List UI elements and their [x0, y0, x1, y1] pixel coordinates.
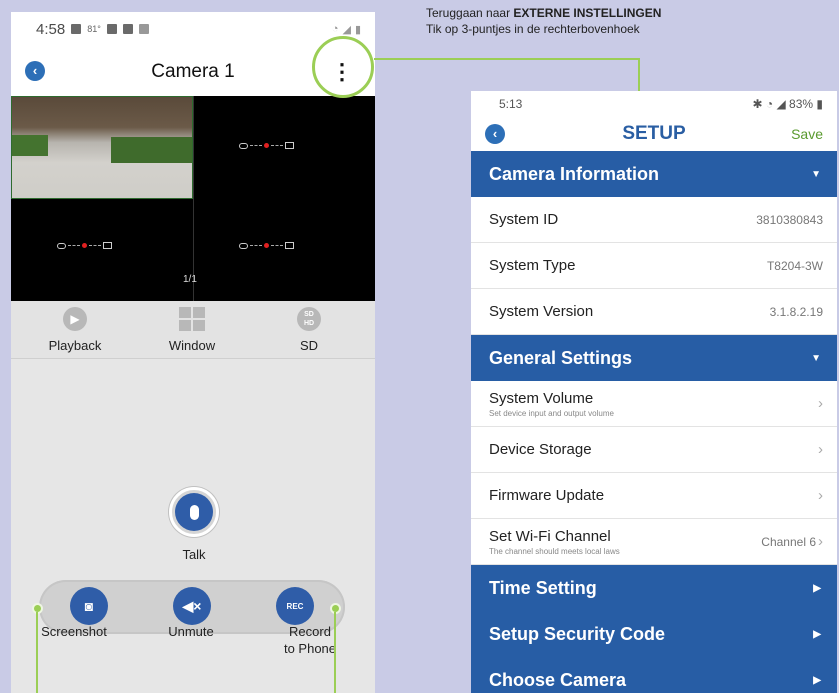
setup-screen: 5:13 ✱ ◔ ◢ 83% ▮ ‹ SETUP Save Camera Inf…: [471, 91, 837, 693]
chevron-right-icon: ›: [818, 532, 823, 550]
save-button[interactable]: Save: [791, 126, 823, 142]
sd-hd-icon: SD HD: [297, 307, 321, 331]
section-security-code[interactable]: Setup Security Code ▶: [471, 611, 837, 657]
chevron-right-icon: ▶: [813, 582, 821, 594]
app-notification-icon: [122, 24, 133, 34]
camera-icon: [57, 242, 66, 249]
screenshot-button[interactable]: ◙: [39, 582, 139, 625]
talk-label: Talk: [182, 547, 206, 562]
sd-label: SD: [299, 338, 319, 353]
camera-icon: [239, 242, 248, 249]
status-bar: 4:58 81° ◔ ◢ ▮: [11, 12, 375, 46]
camera-live-screen: 4:58 81° ◔ ◢ ▮ ‹ Camera 1 ⋮ 1/1 ▶ Playba…: [11, 12, 375, 693]
status-temperature: 81°: [87, 24, 101, 34]
status-time: 4:58: [36, 20, 66, 38]
playback-button[interactable]: ▶ Playback: [35, 306, 115, 353]
camera-feed-3-offline[interactable]: [57, 242, 112, 249]
note-prefix: Teruggaan naar: [426, 6, 514, 20]
camera-icon: [239, 142, 248, 149]
disconnected-dot-icon: [264, 243, 269, 248]
setup-title: SETUP: [622, 123, 686, 144]
chevron-right-icon: ›: [818, 487, 823, 504]
microphone-icon: [189, 504, 199, 520]
status-icons-right: ✱ ◔ ◢ 83% ▮: [752, 97, 823, 111]
note-bold: EXTERNE INSTELLINGEN: [513, 6, 662, 20]
record-label: Record to Phone: [283, 624, 337, 656]
chevron-right-icon: ›: [818, 441, 823, 458]
feed-lawn-right: [111, 137, 192, 163]
firmware-update-row[interactable]: Firmware Update ›: [471, 473, 837, 519]
camera-feed-4-offline[interactable]: [239, 242, 294, 249]
playback-controls: ▶ Playback Window SD HD SD: [11, 301, 375, 359]
feed-lawn-left: [12, 135, 48, 156]
monitor-icon: [285, 242, 294, 249]
instruction-note: Teruggaan naar EXTERNE INSTELLINGEN Tik …: [426, 5, 661, 37]
record-button[interactable]: REC: [245, 582, 345, 625]
section-time-setting[interactable]: Time Setting ▶: [471, 565, 837, 611]
chevron-down-icon: ▼: [811, 168, 821, 180]
disconnected-dot-icon: [264, 143, 269, 148]
screenshot-label: Screenshot: [41, 624, 107, 639]
record-icon: REC: [276, 587, 314, 625]
device-storage-row[interactable]: Device Storage ›: [471, 427, 837, 473]
section-general-settings[interactable]: General Settings ▼: [471, 335, 837, 381]
unmute-label: Unmute: [168, 624, 214, 639]
kebab-callout-ring: [312, 36, 374, 98]
camera-snapshot-icon: ◙: [70, 587, 108, 625]
camera-grid: 1/1: [11, 96, 375, 301]
note-line2: Tik op 3-puntjes in de rechterbovenhoek: [426, 22, 640, 36]
callout-line-vertical: [638, 58, 640, 94]
dropbox-notification-icon: [106, 24, 117, 34]
status-bar-right: 5:13 ✱ ◔ ◢ 83% ▮: [471, 91, 837, 117]
status-time-right: 5:13: [499, 97, 523, 111]
setting-row: System Version 3.1.8.2.19: [471, 289, 837, 335]
signal-icon: ◢: [342, 23, 351, 36]
camera-feed-1[interactable]: [11, 96, 193, 199]
playback-label: Playback: [48, 338, 102, 353]
section-camera-information[interactable]: Camera Information ▼: [471, 151, 837, 197]
cloud-notification-icon: [138, 24, 149, 34]
grid-divider: [193, 96, 194, 301]
monitor-icon: [285, 142, 294, 149]
setting-row: System ID 3810380843: [471, 197, 837, 243]
setting-row: System Type T8204-3W: [471, 243, 837, 289]
camera-feed-2-offline[interactable]: [239, 142, 294, 149]
chevron-right-icon: ▶: [813, 674, 821, 686]
callout-line-horizontal: [374, 58, 640, 60]
wifi-icon: ◔: [331, 23, 339, 35]
chevron-down-icon: ▼: [811, 352, 821, 364]
speaker-muted-icon: ◀×: [173, 587, 211, 625]
sd-button[interactable]: SD HD SD: [269, 306, 349, 353]
setup-app-bar: ‹ SETUP Save: [471, 117, 837, 151]
monitor-icon: [103, 242, 112, 249]
play-icon: ▶: [63, 307, 87, 331]
chevron-right-icon: ▶: [813, 628, 821, 640]
section-choose-camera[interactable]: Choose Camera ▶: [471, 657, 837, 693]
gallery-notification-icon: [71, 24, 82, 34]
window-label: Window: [168, 338, 216, 353]
window-button[interactable]: Window: [152, 306, 232, 353]
page-indicator: 1/1: [183, 274, 197, 285]
unmute-button[interactable]: ◀×: [142, 582, 242, 625]
callout-line-right: [334, 612, 336, 693]
callout-line-left: [36, 612, 38, 693]
window-grid-icon: [179, 307, 205, 331]
battery-icon: ▮: [354, 23, 361, 36]
disconnected-dot-icon: [82, 243, 87, 248]
wifi-channel-row[interactable]: Set Wi-Fi Channel The channel should meet…: [471, 519, 837, 565]
chevron-right-icon: ›: [818, 395, 823, 412]
system-volume-row[interactable]: System Volume Set device input and output…: [471, 381, 837, 427]
talk-button[interactable]: Talk: [166, 487, 222, 562]
action-area: Talk ◙ ◀× REC Screenshot Unmute Record t…: [11, 359, 375, 693]
